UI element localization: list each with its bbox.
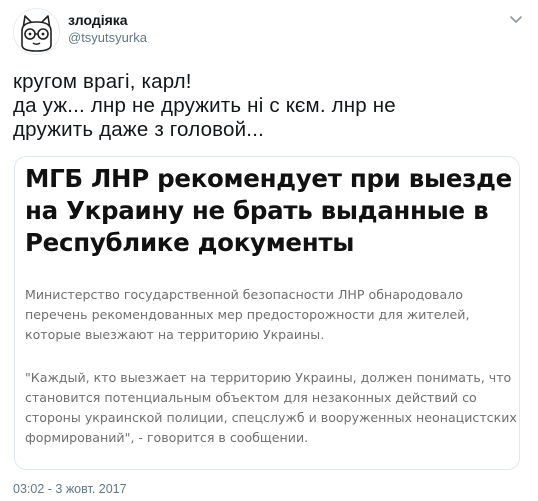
- chevron-down-icon[interactable]: [507, 10, 525, 28]
- avatar[interactable]: [13, 8, 60, 55]
- card-quote: "Каждый, кто выезжает на территорию Укра…: [25, 368, 519, 448]
- author-handle[interactable]: @tsyutsyurka: [68, 30, 147, 45]
- cat-face-icon: [14, 9, 59, 54]
- author-name[interactable]: злодіяка: [68, 12, 128, 28]
- card-headline-line: на Украину не брать выданные в: [25, 196, 489, 225]
- card-headline: МГБ ЛНР рекомендует при выезде на Украин…: [25, 163, 515, 259]
- card-paragraph: Министерство государственной безопасност…: [25, 285, 515, 345]
- card-headline-line: МГБ ЛНР рекомендует при выезде: [25, 164, 512, 193]
- tweet: злодіяка @tsyutsyurka кругом врагі, карл…: [0, 0, 538, 501]
- link-card[interactable]: МГБ ЛНР рекомендует при выезде на Украин…: [14, 156, 520, 470]
- tweet-text-line: дружить даже з головой...: [13, 118, 264, 141]
- tweet-text: кругом врагі, карл! да уж... лнр не друж…: [13, 70, 533, 142]
- card-headline-line: Республике документы: [25, 228, 355, 257]
- card-quote-line: формирований", - говорится в сообщении.: [25, 430, 309, 445]
- tweet-text-line: да уж... лнр не дружить ні с кєм. лнр не: [13, 94, 396, 117]
- card-paragraph-line: Министерство государственной безопасност…: [25, 287, 463, 302]
- card-quote-line: стороны украинской полиции, спецслужб и …: [25, 410, 517, 425]
- card-paragraph-line: перечень рекомендованных мер предосторож…: [25, 307, 470, 322]
- tweet-text-line: кругом врагі, карл!: [13, 70, 192, 93]
- card-paragraph-line: которые выезжают на территорию Украины.: [25, 327, 325, 342]
- tweet-timestamp[interactable]: 03:02 - 3 жовт. 2017: [13, 482, 127, 496]
- card-quote-line: "Каждый, кто выезжает на территорию Укра…: [25, 370, 512, 385]
- card-quote-line: становится потенциальным объектом для не…: [25, 390, 477, 405]
